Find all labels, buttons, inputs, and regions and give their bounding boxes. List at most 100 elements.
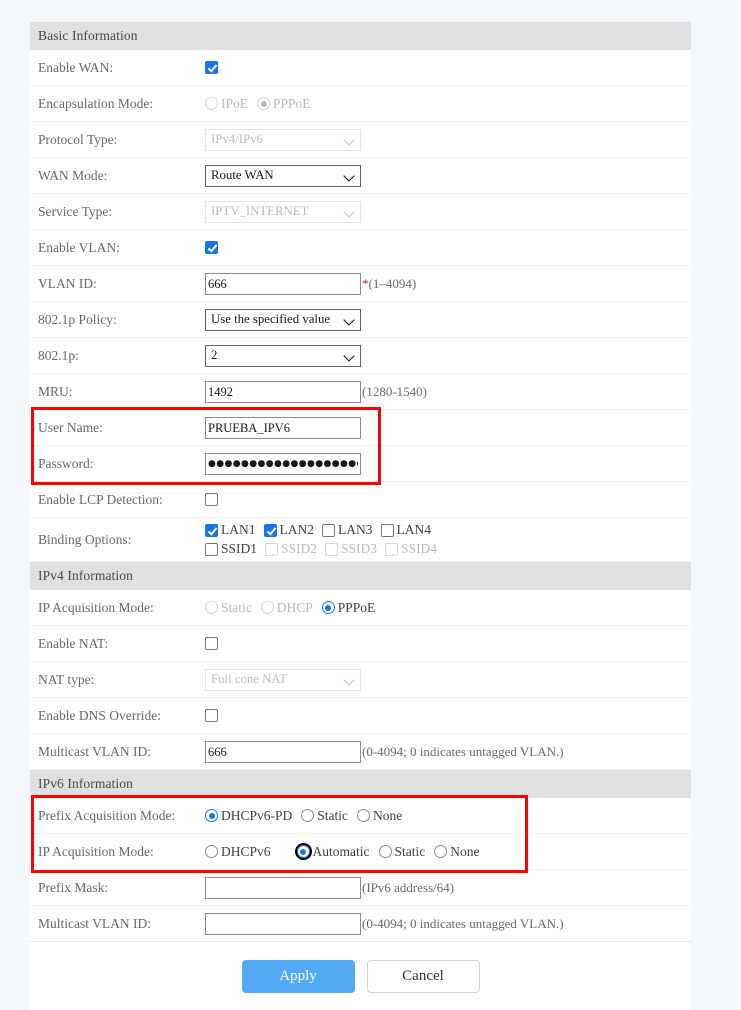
row-enable-wan: Enable WAN: (30, 50, 691, 86)
label-vlan-id: VLAN ID: (38, 276, 205, 292)
radio-prefix-none[interactable] (357, 809, 370, 822)
row-8021p-policy: 802.1p Policy: Use the specified value (30, 302, 691, 338)
checkbox-enable-nat[interactable] (205, 637, 218, 650)
section-header-ipv6-information: IPv6 Information (30, 770, 691, 798)
row-nat-type: NAT type: Full cone NAT (30, 662, 691, 698)
chevron-down-icon (344, 133, 357, 146)
row-user-name: User Name: (30, 410, 691, 446)
checkbox-ssid2 (265, 543, 278, 556)
checkbox-ssid3 (325, 543, 338, 556)
radio-prefix-dhcpv6-pd[interactable] (205, 809, 218, 822)
radio-label-ipv4-pppoe: PPPoE (338, 600, 376, 616)
input-user-name[interactable] (205, 417, 361, 439)
label-enable-wan: Enable WAN: (38, 60, 205, 76)
radio-label-prefix-dhcpv6-pd: DHCPv6-PD (221, 808, 292, 824)
radio-label-ipv6-automatic: Automatic (313, 844, 370, 860)
input-password[interactable] (205, 453, 361, 475)
chevron-down-icon (344, 349, 357, 362)
select-protocol-type: IPv4/IPv6 (205, 129, 361, 151)
checkbox-option-lan2[interactable]: LAN2 (264, 522, 315, 538)
radio-prefix-static[interactable] (301, 809, 314, 822)
select-wan-mode[interactable]: Route WAN (205, 165, 361, 187)
cancel-button[interactable]: Cancel (367, 960, 480, 993)
input-mru[interactable] (205, 381, 361, 403)
checkbox-option-lan3[interactable]: LAN3 (322, 522, 373, 538)
label-encapsulation-mode: Encapsulation Mode: (38, 96, 205, 112)
checkbox-enable-vlan[interactable] (205, 241, 218, 254)
label-wan-mode: WAN Mode: (38, 168, 205, 184)
row-binding-options: Binding Options: LAN1 LAN2 LAN3 (30, 518, 691, 562)
radio-option-ipv6-none[interactable]: None (434, 844, 479, 860)
label-enable-nat: Enable NAT: (38, 636, 205, 652)
radio-label-ipv4-static: Static (221, 600, 252, 616)
label-prefix-mask: Prefix Mask: (38, 880, 205, 896)
section-header-basic-information: Basic Information (30, 22, 691, 50)
checkbox-lan2[interactable] (264, 524, 277, 537)
radio-option-prefix-static[interactable]: Static (301, 808, 348, 824)
radio-ipv6-none[interactable] (434, 845, 447, 858)
label-enable-dns-override: Enable DNS Override: (38, 708, 205, 724)
row-ipv4-multicast-vlan-id: Multicast VLAN ID: (0-4094; 0 indicates … (30, 734, 691, 770)
select-8021p-policy-value: Use the specified value (211, 312, 330, 327)
select-8021p-policy[interactable]: Use the specified value (205, 309, 361, 331)
input-prefix-mask[interactable] (205, 877, 361, 899)
radio-option-ipv6-automatic[interactable]: Automatic (297, 844, 370, 860)
label-ipv4-multicast-vlan-id: Multicast VLAN ID: (38, 744, 205, 760)
label-ipv6-multicast-vlan-id: Multicast VLAN ID: (38, 916, 205, 932)
checkbox-ssid4 (385, 543, 398, 556)
label-service-type: Service Type: (38, 204, 205, 220)
radio-ipv6-automatic[interactable] (297, 845, 310, 858)
binding-options-lan-row: LAN1 LAN2 LAN3 LAN4 (205, 522, 445, 538)
radio-encapsulation-pppoe[interactable] (257, 97, 270, 110)
row-enable-nat: Enable NAT: (30, 626, 691, 662)
radio-option-ipv6-dhcpv6[interactable]: DHCPv6 (205, 844, 271, 860)
radio-option-prefix-dhcpv6-pd[interactable]: DHCPv6-PD (205, 808, 292, 824)
checkbox-option-lan4[interactable]: LAN4 (381, 522, 432, 538)
radio-ipv6-static[interactable] (379, 845, 392, 858)
radio-encapsulation-ipoe[interactable] (205, 97, 218, 110)
checkbox-enable-wan[interactable] (205, 61, 218, 74)
checkbox-label-lan2: LAN2 (280, 522, 315, 538)
checkbox-lan3[interactable] (322, 524, 335, 537)
select-nat-type: Full cone NAT (205, 669, 361, 691)
label-enable-vlan: Enable VLAN: (38, 240, 205, 256)
checkbox-option-ssid2: SSID2 (265, 541, 317, 557)
checkbox-option-ssid1[interactable]: SSID1 (205, 541, 257, 557)
label-mru: MRU: (38, 384, 205, 400)
checkbox-ssid1[interactable] (205, 543, 218, 556)
checkbox-label-ssid1: SSID1 (221, 541, 257, 557)
radio-option-encapsulation-ipoe[interactable]: IPoE (205, 96, 248, 112)
checkbox-enable-lcp-detection[interactable] (205, 493, 218, 506)
radio-label-ipv6-dhcpv6: DHCPv6 (221, 844, 271, 860)
row-enable-vlan: Enable VLAN: (30, 230, 691, 266)
checkbox-label-lan3: LAN3 (338, 522, 373, 538)
checkbox-lan4[interactable] (381, 524, 394, 537)
checkbox-label-ssid3: SSID3 (341, 541, 377, 557)
select-protocol-type-value: IPv4/IPv6 (211, 132, 263, 147)
label-binding-options: Binding Options: (38, 532, 205, 548)
radio-option-ipv6-static[interactable]: Static (379, 844, 426, 860)
checkbox-option-lan1[interactable]: LAN1 (205, 522, 256, 538)
radio-option-ipv4-static: Static (205, 600, 252, 616)
checkbox-lan1[interactable] (205, 524, 218, 537)
radio-option-ipv4-pppoe[interactable]: PPPoE (322, 600, 376, 616)
input-vlan-id[interactable] (205, 273, 361, 295)
apply-button[interactable]: Apply (242, 960, 355, 993)
radio-label-ipv6-none: None (450, 844, 479, 860)
radio-label-encapsulation-ipoe: IPoE (221, 96, 248, 112)
radio-ipv6-dhcpv6[interactable] (205, 845, 218, 858)
checkbox-enable-dns-override[interactable] (205, 709, 218, 722)
select-8021p[interactable]: 2 (205, 345, 361, 367)
section-header-ipv4-information: IPv4 Information (30, 562, 691, 590)
select-service-type: IPTV_INTERNET (205, 201, 361, 223)
row-ipv6-multicast-vlan-id: Multicast VLAN ID: (0-4094; 0 indicates … (30, 906, 691, 941)
chevron-down-icon (344, 673, 357, 686)
label-8021p-policy: 802.1p Policy: (38, 312, 205, 328)
hint-ipv6-multicast-vlan-id: (0-4094; 0 indicates untagged VLAN.) (362, 916, 564, 932)
input-ipv4-multicast-vlan-id[interactable] (205, 741, 361, 763)
checkbox-label-lan1: LAN1 (221, 522, 256, 538)
radio-option-prefix-none[interactable]: None (357, 808, 402, 824)
input-ipv6-multicast-vlan-id[interactable] (205, 913, 361, 935)
radio-ipv4-pppoe[interactable] (322, 601, 335, 614)
radio-option-encapsulation-pppoe[interactable]: PPPoE (257, 96, 311, 112)
